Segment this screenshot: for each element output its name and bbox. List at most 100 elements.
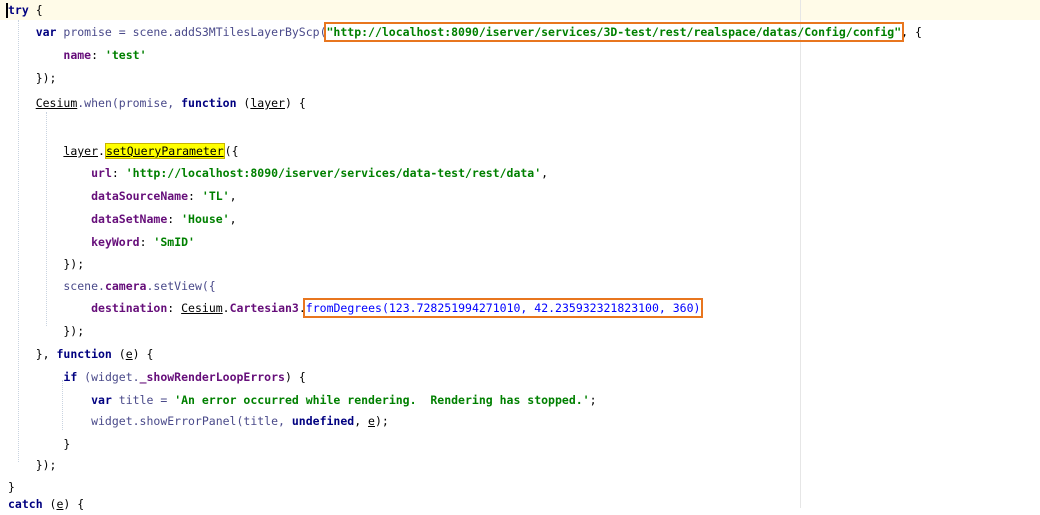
code-token: : xyxy=(167,212,182,226)
code-token: Cartesian3 xyxy=(229,301,299,315)
code-line[interactable]: dataSourceName: 'TL', xyxy=(8,186,237,207)
code-token: { xyxy=(28,3,43,17)
code-token: .when(promise, xyxy=(77,96,182,110)
code-token: : xyxy=(111,166,126,180)
code-token: ; xyxy=(589,393,597,407)
code-token: widget.showErrorPanel(title, xyxy=(8,414,292,428)
code-token: 'test' xyxy=(104,48,147,62)
code-token: ({ xyxy=(224,144,239,158)
code-token: . xyxy=(222,301,230,315)
code-token: }); xyxy=(8,324,85,338)
code-token: e xyxy=(125,347,133,361)
code-line[interactable]: }); xyxy=(8,254,84,275)
code-token: url xyxy=(91,166,112,180)
code-token: , xyxy=(354,414,369,428)
code-token: promise = scene.addS3MTilesLayerByScp( xyxy=(56,25,327,39)
code-token: Cesium xyxy=(181,301,223,315)
code-line[interactable]: catch (e) { xyxy=(8,494,84,515)
code-line[interactable]: dataSetName: 'House', xyxy=(8,209,237,230)
code-token: ( xyxy=(111,347,126,361)
code-line[interactable]: try { xyxy=(8,0,43,21)
code-token: title = xyxy=(111,393,175,407)
code-token: ( xyxy=(236,96,251,110)
code-token: 'SmID' xyxy=(153,235,195,249)
code-token: . xyxy=(98,144,105,158)
code-line[interactable]: url: 'http://localhost:8090/iserver/serv… xyxy=(8,163,548,184)
code-token: if xyxy=(63,370,78,384)
code-token: 'TL' xyxy=(201,189,230,203)
code-line[interactable]: } xyxy=(8,434,70,455)
code-editor[interactable]: try { var promise = scene.addS3MTilesLay… xyxy=(0,0,1040,511)
code-token: : xyxy=(139,235,154,249)
code-line[interactable]: var promise = scene.addS3MTilesLayerBySc… xyxy=(8,22,922,43)
code-token: ) { xyxy=(132,347,154,361)
code-token: . xyxy=(298,301,306,315)
code-token: }); xyxy=(8,257,85,271)
code-line[interactable]: destination: Cesium.Cartesian3.fromDegre… xyxy=(8,298,704,319)
code-token: ) { xyxy=(284,96,306,110)
code-token: 'http://localhost:8090/iserver/services/… xyxy=(125,166,542,180)
code-line[interactable]: if (widget._showRenderLoopErrors) { xyxy=(8,367,306,388)
code-token: var xyxy=(8,25,57,39)
code-token: : xyxy=(188,189,202,203)
code-line[interactable]: }); xyxy=(8,68,57,89)
code-token: scene. xyxy=(8,279,105,293)
code-token: 'House' xyxy=(181,212,230,226)
code-token: .setView({ xyxy=(146,279,216,293)
code-token: } xyxy=(8,480,15,494)
code-line[interactable]: widget.showErrorPanel(title, undefined, … xyxy=(8,411,389,432)
code-token: ) { xyxy=(284,370,306,384)
highlighted-code-token: fromDegrees(123.728251994271010, 42.2359… xyxy=(302,298,704,318)
code-token: camera xyxy=(104,279,147,293)
code-line[interactable]: scene.camera.setView({ xyxy=(8,276,216,297)
code-token: : xyxy=(91,48,105,62)
code-token: , xyxy=(541,166,549,180)
code-line[interactable]: Cesium.when(promise, function (layer) { xyxy=(8,93,306,114)
highlighted-code-token: "http://localhost:8090/iserver/services/… xyxy=(323,22,905,42)
code-token: destination xyxy=(91,301,168,315)
code-line[interactable]: var title = 'An error occurred while ren… xyxy=(8,390,597,411)
current-line-highlight xyxy=(0,0,1040,20)
code-line[interactable]: }, function (e) { xyxy=(8,344,154,365)
code-token: undefined xyxy=(291,414,355,428)
code-token: ) { xyxy=(63,497,85,511)
code-token: , { xyxy=(901,25,922,39)
code-line[interactable]: keyWord: 'SmID' xyxy=(8,232,195,253)
code-token: dataSetName xyxy=(91,212,168,226)
code-token: _showRenderLoopErrors xyxy=(139,370,285,384)
code-token: , xyxy=(229,212,237,226)
code-token: , xyxy=(229,189,237,203)
code-token: layer xyxy=(250,96,285,110)
code-line[interactable]: }); xyxy=(8,321,84,342)
code-token: }); xyxy=(8,458,57,472)
code-token: } xyxy=(8,437,71,451)
code-token: }); xyxy=(8,71,57,85)
code-token: keyWord xyxy=(91,235,140,249)
code-token: dataSourceName xyxy=(91,189,189,203)
code-token: ); xyxy=(374,414,389,428)
code-token: e xyxy=(368,414,375,428)
code-token: catch xyxy=(8,497,43,511)
code-line[interactable]: layer.setQueryParameter({ xyxy=(8,141,239,162)
code-token: var xyxy=(91,393,112,407)
code-token: name xyxy=(63,48,92,62)
code-line[interactable]: }); xyxy=(8,455,57,476)
code-token: }, xyxy=(8,347,57,361)
code-token: 'An error occurred while rendering. Rend… xyxy=(174,393,590,407)
search-match-token: setQueryParameter xyxy=(104,143,225,159)
code-token: : xyxy=(167,301,182,315)
code-line[interactable]: name: 'test' xyxy=(8,45,147,66)
code-token: layer xyxy=(63,144,99,158)
code-token: (widget. xyxy=(77,370,140,384)
text-cursor xyxy=(6,3,8,18)
